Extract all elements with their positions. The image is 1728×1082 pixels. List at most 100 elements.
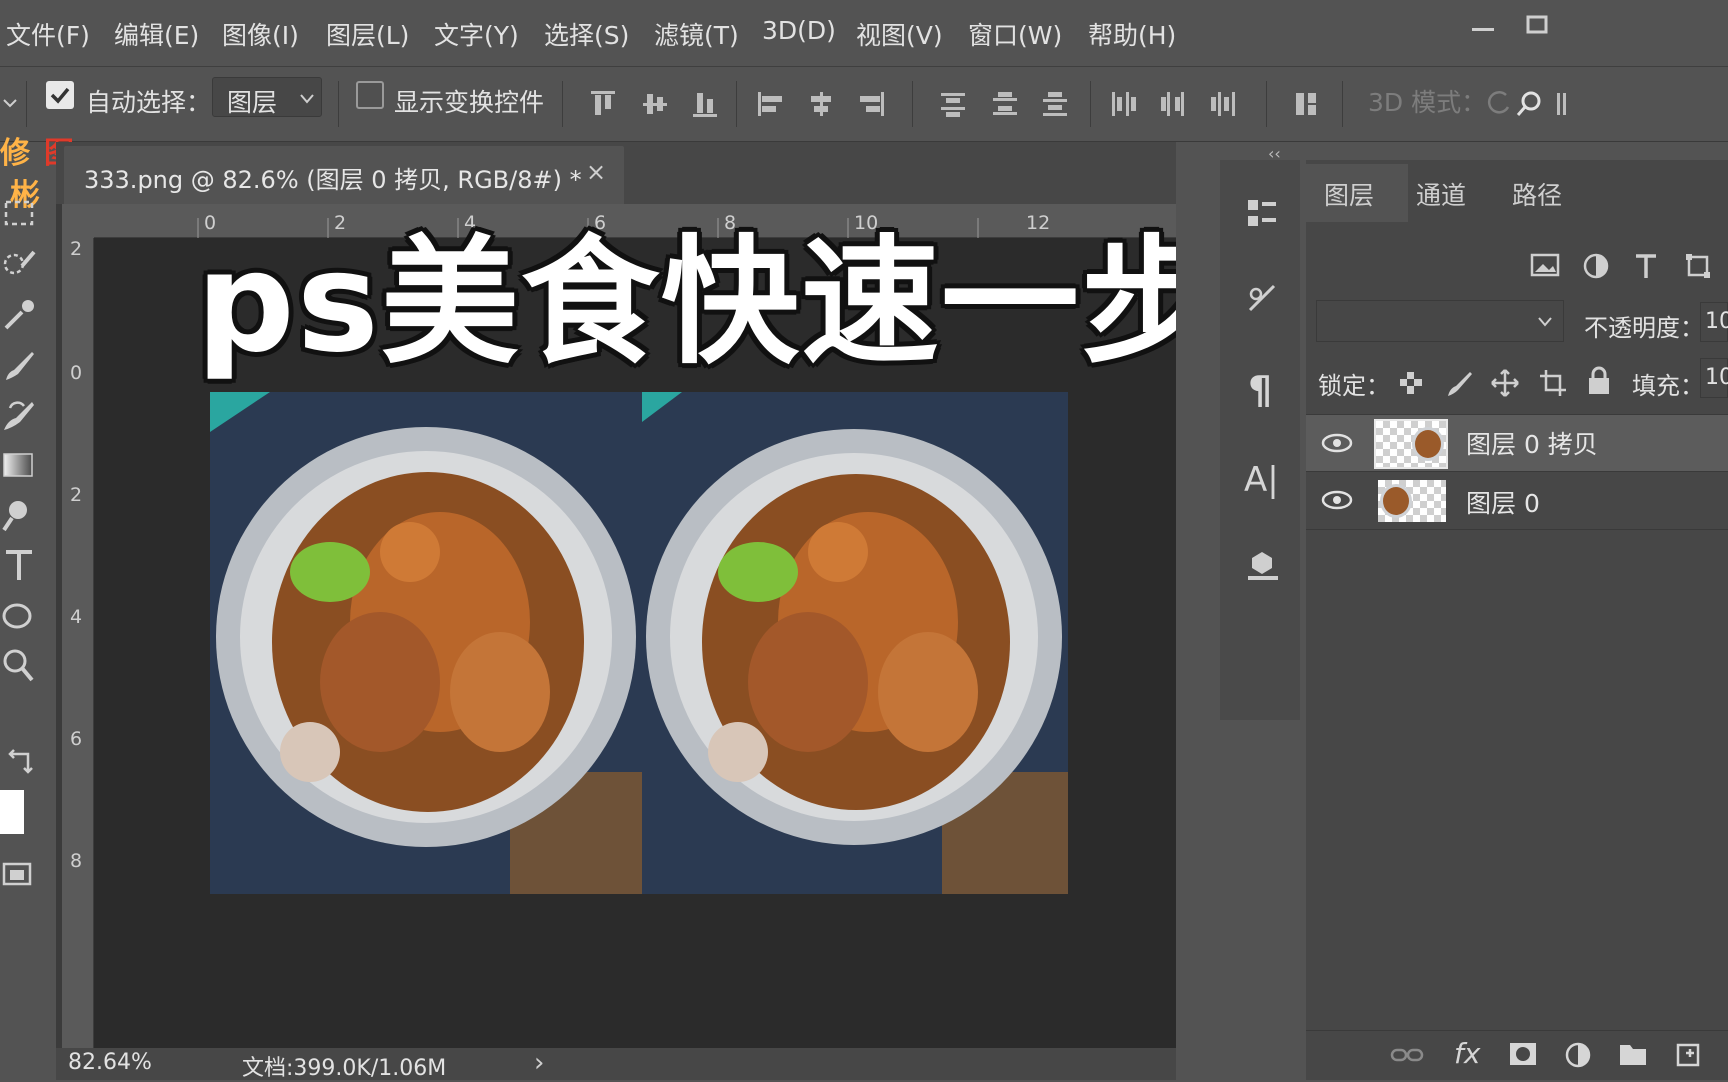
fill-field[interactable]: 10 (1700, 358, 1728, 398)
distribute-hcenter-icon[interactable] (1158, 89, 1188, 119)
gradient-tool-icon[interactable] (0, 446, 40, 486)
tab-channels[interactable]: 通道 (1416, 176, 1466, 212)
auto-align-icon[interactable] (1292, 89, 1322, 119)
food-image-right[interactable] (642, 392, 1068, 894)
menu-filter[interactable]: 滤镜(T) (654, 16, 739, 52)
tab-layers[interactable]: 图层 (1324, 176, 1374, 212)
layer-row-copy[interactable]: 图层 0 拷贝 (1306, 414, 1728, 472)
menu-image[interactable]: 图像(I) (222, 16, 299, 52)
lock-transparent-icon[interactable] (1398, 370, 1424, 400)
menu-select[interactable]: 选择(S) (544, 16, 629, 52)
new-adjustment-layer-icon[interactable] (1564, 1041, 1592, 1069)
food-image-left[interactable] (210, 392, 642, 894)
quick-select-tool-icon[interactable] (0, 244, 40, 284)
close-icon[interactable]: × (586, 158, 606, 186)
menu-type[interactable]: 文字(Y) (434, 16, 519, 52)
layer-row-original[interactable]: 图层 0 (1306, 472, 1728, 530)
menu-view[interactable]: 视图(V) (856, 16, 943, 52)
menu-window[interactable]: 窗口(W) (968, 16, 1062, 52)
history-brush-tool-icon[interactable] (0, 396, 40, 436)
lock-artboard-icon[interactable] (1538, 368, 1568, 402)
properties-panel-icon[interactable] (1246, 196, 1280, 230)
menu-bar: 文件(F) 编辑(E) 图像(I) 图层(L) 文字(Y) 选择(S) 滤镜(T… (0, 0, 1728, 66)
character-panel-icon[interactable]: A| (1244, 460, 1279, 500)
new-group-icon[interactable] (1618, 1041, 1648, 1067)
filter-type-icon[interactable] (1632, 252, 1660, 284)
align-left-icon[interactable] (756, 89, 786, 119)
link-layers-icon[interactable] (1390, 1045, 1424, 1065)
eyedropper-tool-icon[interactable] (0, 294, 40, 334)
ruler-origin[interactable] (62, 204, 94, 238)
align-right-icon[interactable] (856, 89, 886, 119)
distribute-top-icon[interactable] (938, 89, 968, 119)
vruler-tick: 0 (70, 362, 83, 384)
layers-panel (1306, 160, 1728, 1080)
foreground-color-swatch[interactable] (0, 790, 24, 834)
blend-mode-dropdown[interactable] (1316, 300, 1564, 342)
logo-char-1: 修 (0, 136, 30, 171)
filter-image-icon[interactable] (1530, 252, 1560, 282)
menu-edit[interactable]: 编辑(E) (114, 16, 199, 52)
ellipse-tool-icon[interactable] (0, 596, 40, 636)
vertical-ruler[interactable]: 2 0 2 4 6 8 (62, 238, 94, 1048)
vruler-tick: 4 (70, 606, 83, 628)
opacity-field[interactable]: 10 (1700, 302, 1728, 342)
eye-icon[interactable] (1320, 431, 1354, 455)
filter-shape-icon[interactable] (1684, 252, 1712, 284)
distribute-bottom-icon[interactable] (1040, 89, 1070, 119)
align-hcenter-icon[interactable] (806, 89, 836, 119)
fx-icon[interactable]: fx (1454, 1037, 1480, 1070)
dodge-tool-icon[interactable] (0, 496, 40, 536)
3d-panel-icon[interactable] (1246, 548, 1280, 582)
3d-mode-label: 3D 模式： (1368, 88, 1487, 117)
lock-pixels-icon[interactable] (1444, 368, 1474, 402)
menu-layer[interactable]: 图层(L) (326, 16, 409, 52)
align-top-icon[interactable] (588, 89, 618, 119)
opacity-value: 10 (1705, 309, 1728, 334)
workspace-icon[interactable] (1554, 89, 1584, 119)
vruler-tick: 6 (70, 728, 83, 750)
tool-preset-chevron-icon[interactable] (2, 95, 18, 115)
marquee-tool-icon[interactable] (0, 196, 40, 236)
status-menu-arrow-icon[interactable]: › (534, 1048, 544, 1078)
layer-thumbnail (1378, 480, 1446, 522)
add-mask-icon[interactable] (1508, 1041, 1538, 1067)
screen-mode-icon[interactable] (0, 856, 40, 896)
zoom-tool-icon[interactable] (0, 646, 40, 686)
layer-name[interactable]: 图层 0 拷贝 (1466, 425, 1598, 461)
maximize-icon[interactable] (1524, 14, 1550, 36)
align-vcenter-icon[interactable] (640, 89, 670, 119)
search-icon[interactable] (1514, 89, 1544, 119)
adjustments-panel-icon[interactable] (1246, 282, 1280, 316)
filter-adjustment-icon[interactable] (1582, 252, 1610, 284)
vruler-tick: 2 (70, 484, 83, 506)
zoom-level[interactable]: 82.64% (68, 1050, 152, 1075)
new-layer-icon[interactable] (1674, 1041, 1702, 1069)
lock-all-icon[interactable] (1586, 366, 1612, 400)
distribute-right-icon[interactable] (1208, 89, 1238, 119)
3d-rotate-icon[interactable] (1484, 89, 1514, 119)
vruler-tick: 2 (70, 238, 83, 260)
panel-icon-strip (1220, 160, 1300, 720)
distribute-left-icon[interactable] (1108, 89, 1138, 119)
distribute-vcenter-icon[interactable] (990, 89, 1020, 119)
swap-colors-icon[interactable] (0, 744, 40, 784)
lock-position-icon[interactable] (1490, 368, 1520, 402)
tab-paths[interactable]: 路径 (1512, 176, 1562, 212)
align-bottom-icon[interactable] (690, 89, 720, 119)
show-transform-checkbox[interactable] (356, 81, 384, 109)
brush-tool-icon[interactable] (0, 346, 40, 386)
menu-file[interactable]: 文件(F) (6, 16, 90, 52)
auto-select-dropdown[interactable]: 图层 (212, 77, 322, 117)
minimize-icon[interactable] (1470, 14, 1496, 36)
opacity-label: 不透明度： (1584, 314, 1704, 342)
document-info: 文档:399.0K/1.06M (242, 1056, 447, 1081)
menu-help[interactable]: 帮助(H) (1088, 16, 1176, 52)
menu-3d[interactable]: 3D(D) (762, 16, 836, 45)
show-transform-label: 显示变换控件 (394, 88, 545, 117)
auto-select-checkbox[interactable] (46, 81, 74, 109)
eye-icon[interactable] (1320, 488, 1354, 512)
layer-name[interactable]: 图层 0 (1466, 484, 1540, 520)
type-tool-icon[interactable] (0, 546, 40, 586)
paragraph-panel-icon[interactable]: ¶ (1248, 368, 1272, 412)
